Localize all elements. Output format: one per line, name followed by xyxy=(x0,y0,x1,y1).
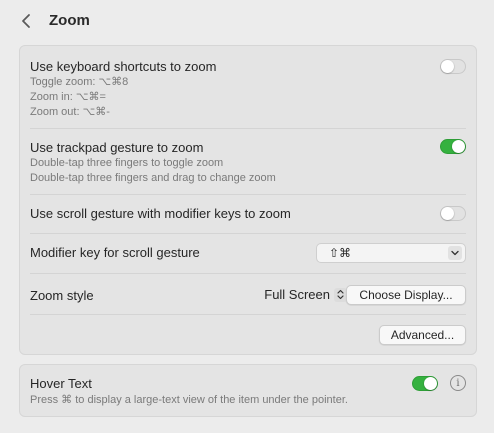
trackpad-toggle-description: Double-tap three fingers to toggle zoom xyxy=(30,157,224,169)
toggle-zoom-shortcut: Toggle zoom: ⌥⌘8 xyxy=(30,76,129,88)
page-title: Zoom xyxy=(49,12,90,29)
hover-text-description: Press ⌘ to display a large-text view of … xyxy=(30,394,348,406)
advanced-button[interactable]: Advanced... xyxy=(379,325,466,345)
trackpad-drag-description: Double-tap three fingers and drag to cha… xyxy=(30,172,276,184)
modifier-key-popup[interactable]: ⇧⌘ xyxy=(316,243,466,263)
scroll-gesture-row: Use scroll gesture with modifier keys to… xyxy=(30,202,466,226)
zoom-style-row: Zoom style Full Screen Choose Display... xyxy=(30,282,466,308)
trackpad-gesture-toggle[interactable] xyxy=(440,139,466,154)
zoom-settings-window: Zoom Use keyboard shortcuts to zoom Togg… xyxy=(0,0,494,433)
scroll-gesture-label: Use scroll gesture with modifier keys to… xyxy=(30,206,291,221)
header: Zoom xyxy=(0,0,494,42)
info-icon[interactable]: i xyxy=(450,375,466,391)
zoom-style-label: Zoom style xyxy=(30,288,94,303)
divider xyxy=(30,128,466,129)
zoom-style-value: Full Screen xyxy=(264,287,330,302)
divider xyxy=(30,233,466,234)
toggle-knob xyxy=(441,60,454,73)
hover-text-row: Hover Text Press ⌘ to display a large-te… xyxy=(30,374,466,410)
toggle-knob xyxy=(441,207,454,220)
modifier-key-row: Modifier key for scroll gesture ⇧⌘ xyxy=(30,241,466,265)
trackpad-gesture-row: Use trackpad gesture to zoom Double-tap … xyxy=(30,138,466,184)
chevron-down-icon xyxy=(448,246,462,260)
keyboard-shortcuts-row: Use keyboard shortcuts to zoom Toggle zo… xyxy=(30,57,466,121)
keyboard-shortcuts-toggle[interactable] xyxy=(440,59,466,74)
toggle-knob xyxy=(452,140,465,153)
zoom-style-select[interactable]: Full Screen xyxy=(264,287,347,302)
info-glyph: i xyxy=(456,377,460,389)
divider xyxy=(30,314,466,315)
modifier-key-value: ⇧⌘ xyxy=(329,246,352,260)
modifier-key-label: Modifier key for scroll gesture xyxy=(30,245,200,260)
zoom-out-shortcut: Zoom out: ⌥⌘- xyxy=(30,106,110,118)
hover-text-toggle[interactable] xyxy=(412,376,438,391)
hover-text-panel: Hover Text Press ⌘ to display a large-te… xyxy=(19,364,477,417)
zoom-in-shortcut: Zoom in: ⌥⌘= xyxy=(30,91,106,103)
scroll-gesture-toggle[interactable] xyxy=(440,206,466,221)
toggle-knob xyxy=(424,377,437,390)
divider xyxy=(30,273,466,274)
zoom-options-panel: Use keyboard shortcuts to zoom Toggle zo… xyxy=(19,45,477,355)
chevron-left-icon xyxy=(22,14,30,28)
keyboard-shortcuts-label: Use keyboard shortcuts to zoom xyxy=(30,59,217,74)
divider xyxy=(30,194,466,195)
back-button[interactable] xyxy=(16,11,36,31)
trackpad-gesture-label: Use trackpad gesture to zoom xyxy=(30,140,204,155)
choose-display-button[interactable]: Choose Display... xyxy=(346,285,466,305)
hover-text-label: Hover Text xyxy=(30,376,92,391)
